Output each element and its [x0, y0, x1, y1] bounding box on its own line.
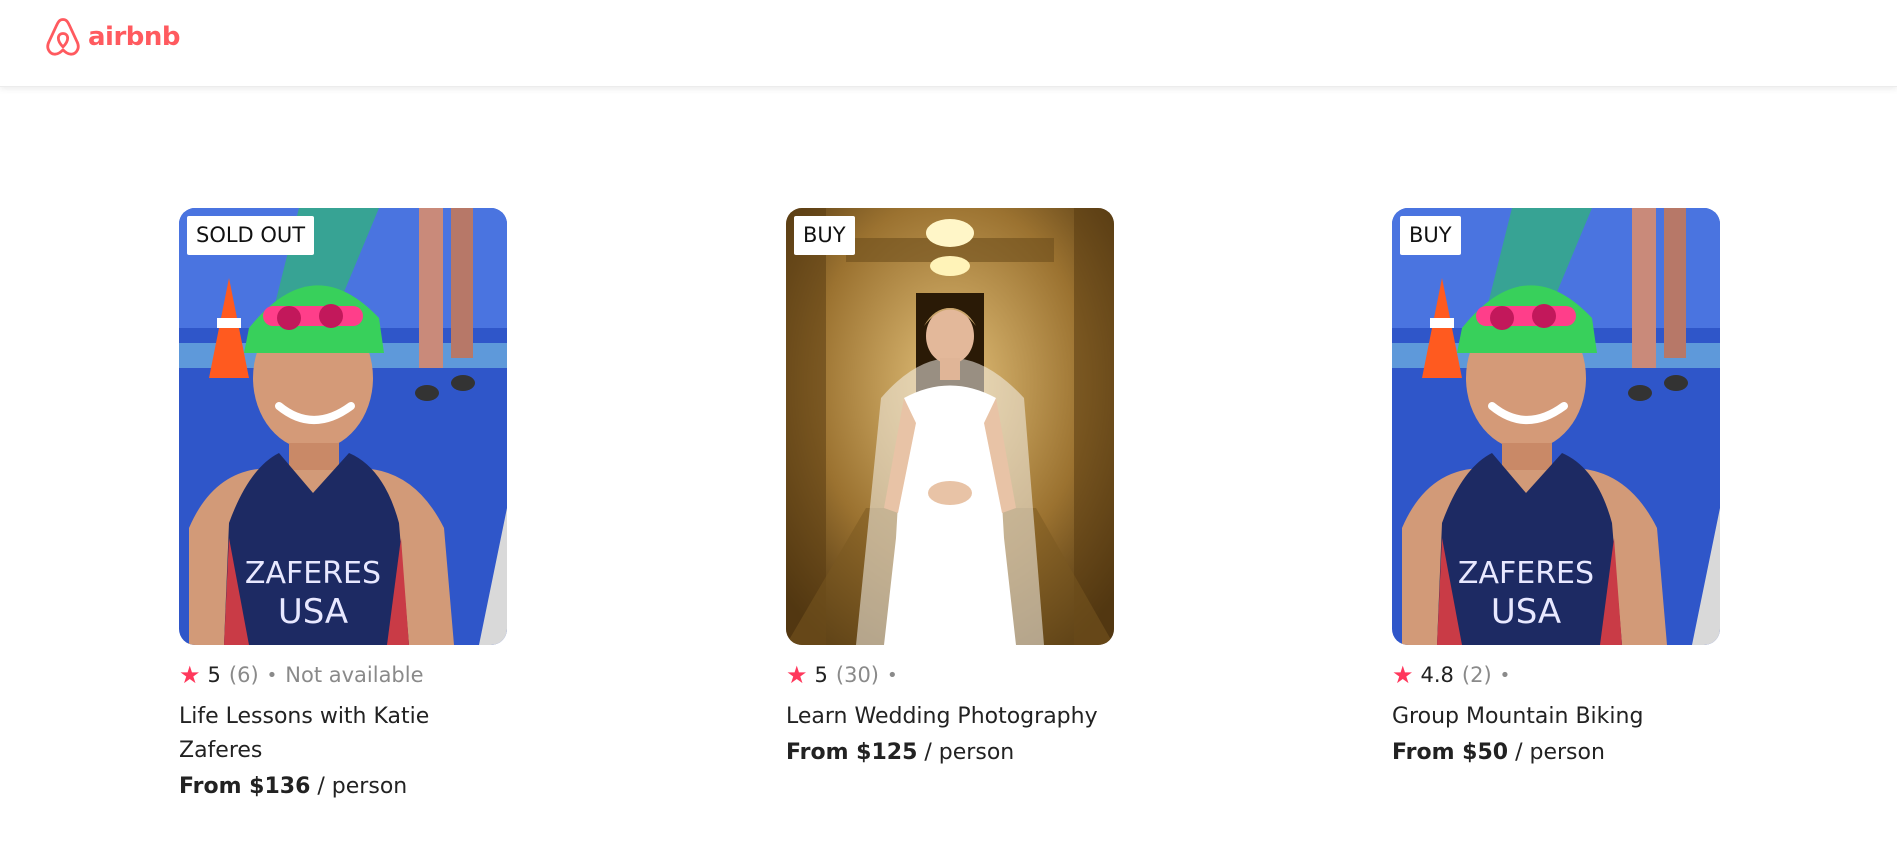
experience-title[interactable]: Learn Wedding Photography — [786, 700, 1126, 734]
review-count: (30) — [835, 663, 879, 687]
rating-value: 4.8 — [1420, 663, 1454, 687]
jersey-line-1: ZAFERES — [1458, 556, 1594, 591]
price-amount: From $125 — [786, 740, 918, 765]
experience-grid: ZAFERES USA SOLD OUT ★ 5 (6) • Not avail… — [0, 0, 1897, 860]
price-amount: From $136 — [179, 774, 311, 799]
review-count: (2) — [1461, 663, 1492, 687]
separator-dot: • — [1499, 664, 1511, 686]
separator-dot: • — [887, 664, 898, 686]
experience-photo[interactable]: BUY — [786, 208, 1114, 645]
experience-photo[interactable]: ZAFERES USA SOLD OUT — [179, 208, 507, 645]
jersey-line-2: USA — [278, 592, 348, 632]
review-count: (6) — [228, 663, 259, 687]
price-row: From $136 / person — [179, 774, 539, 799]
jersey-line-2: USA — [1491, 592, 1561, 632]
rating-row: ★ 4.8 (2) • — [1392, 663, 1752, 687]
availability-text: Not available — [285, 663, 424, 687]
star-icon: ★ — [179, 661, 201, 689]
rating-value: 5 — [814, 663, 828, 687]
price-unit: / person — [317, 774, 408, 799]
experience-card[interactable]: BUY ★ 5 (30) • Learn Wedding Photography… — [786, 208, 1146, 765]
experience-title[interactable]: Group Mountain Biking — [1392, 700, 1732, 734]
price-row: From $50 / person — [1392, 740, 1752, 765]
price-row: From $125 / person — [786, 740, 1146, 765]
rating-row: ★ 5 (30) • — [786, 663, 1146, 687]
separator-dot: • — [266, 664, 278, 686]
experience-photo[interactable]: ZAFERES USA BUY — [1392, 208, 1720, 645]
star-icon: ★ — [786, 661, 808, 689]
star-icon: ★ — [1392, 661, 1414, 689]
status-badge: BUY — [1400, 216, 1461, 255]
experience-card[interactable]: ZAFERES USA BUY ★ 4.8 (2) • Group Mounta… — [1392, 208, 1752, 765]
status-badge: SOLD OUT — [187, 216, 315, 255]
triathlete-photo: ZAFERES USA — [1392, 208, 1720, 645]
triathlete-photo: ZAFERES USA — [179, 208, 507, 645]
experience-card[interactable]: ZAFERES USA SOLD OUT ★ 5 (6) • Not avail… — [179, 208, 539, 799]
jersey-line-1: ZAFERES — [245, 556, 381, 591]
experience-title[interactable]: Life Lessons with Katie Zaferes — [179, 700, 479, 768]
price-unit: / person — [1515, 740, 1605, 765]
status-badge: BUY — [794, 216, 855, 255]
price-unit: / person — [924, 740, 1015, 765]
rating-row: ★ 5 (6) • Not available — [179, 663, 539, 687]
rating-value: 5 — [207, 663, 221, 687]
price-amount: From $50 — [1392, 740, 1509, 765]
bride-photo — [786, 208, 1114, 645]
